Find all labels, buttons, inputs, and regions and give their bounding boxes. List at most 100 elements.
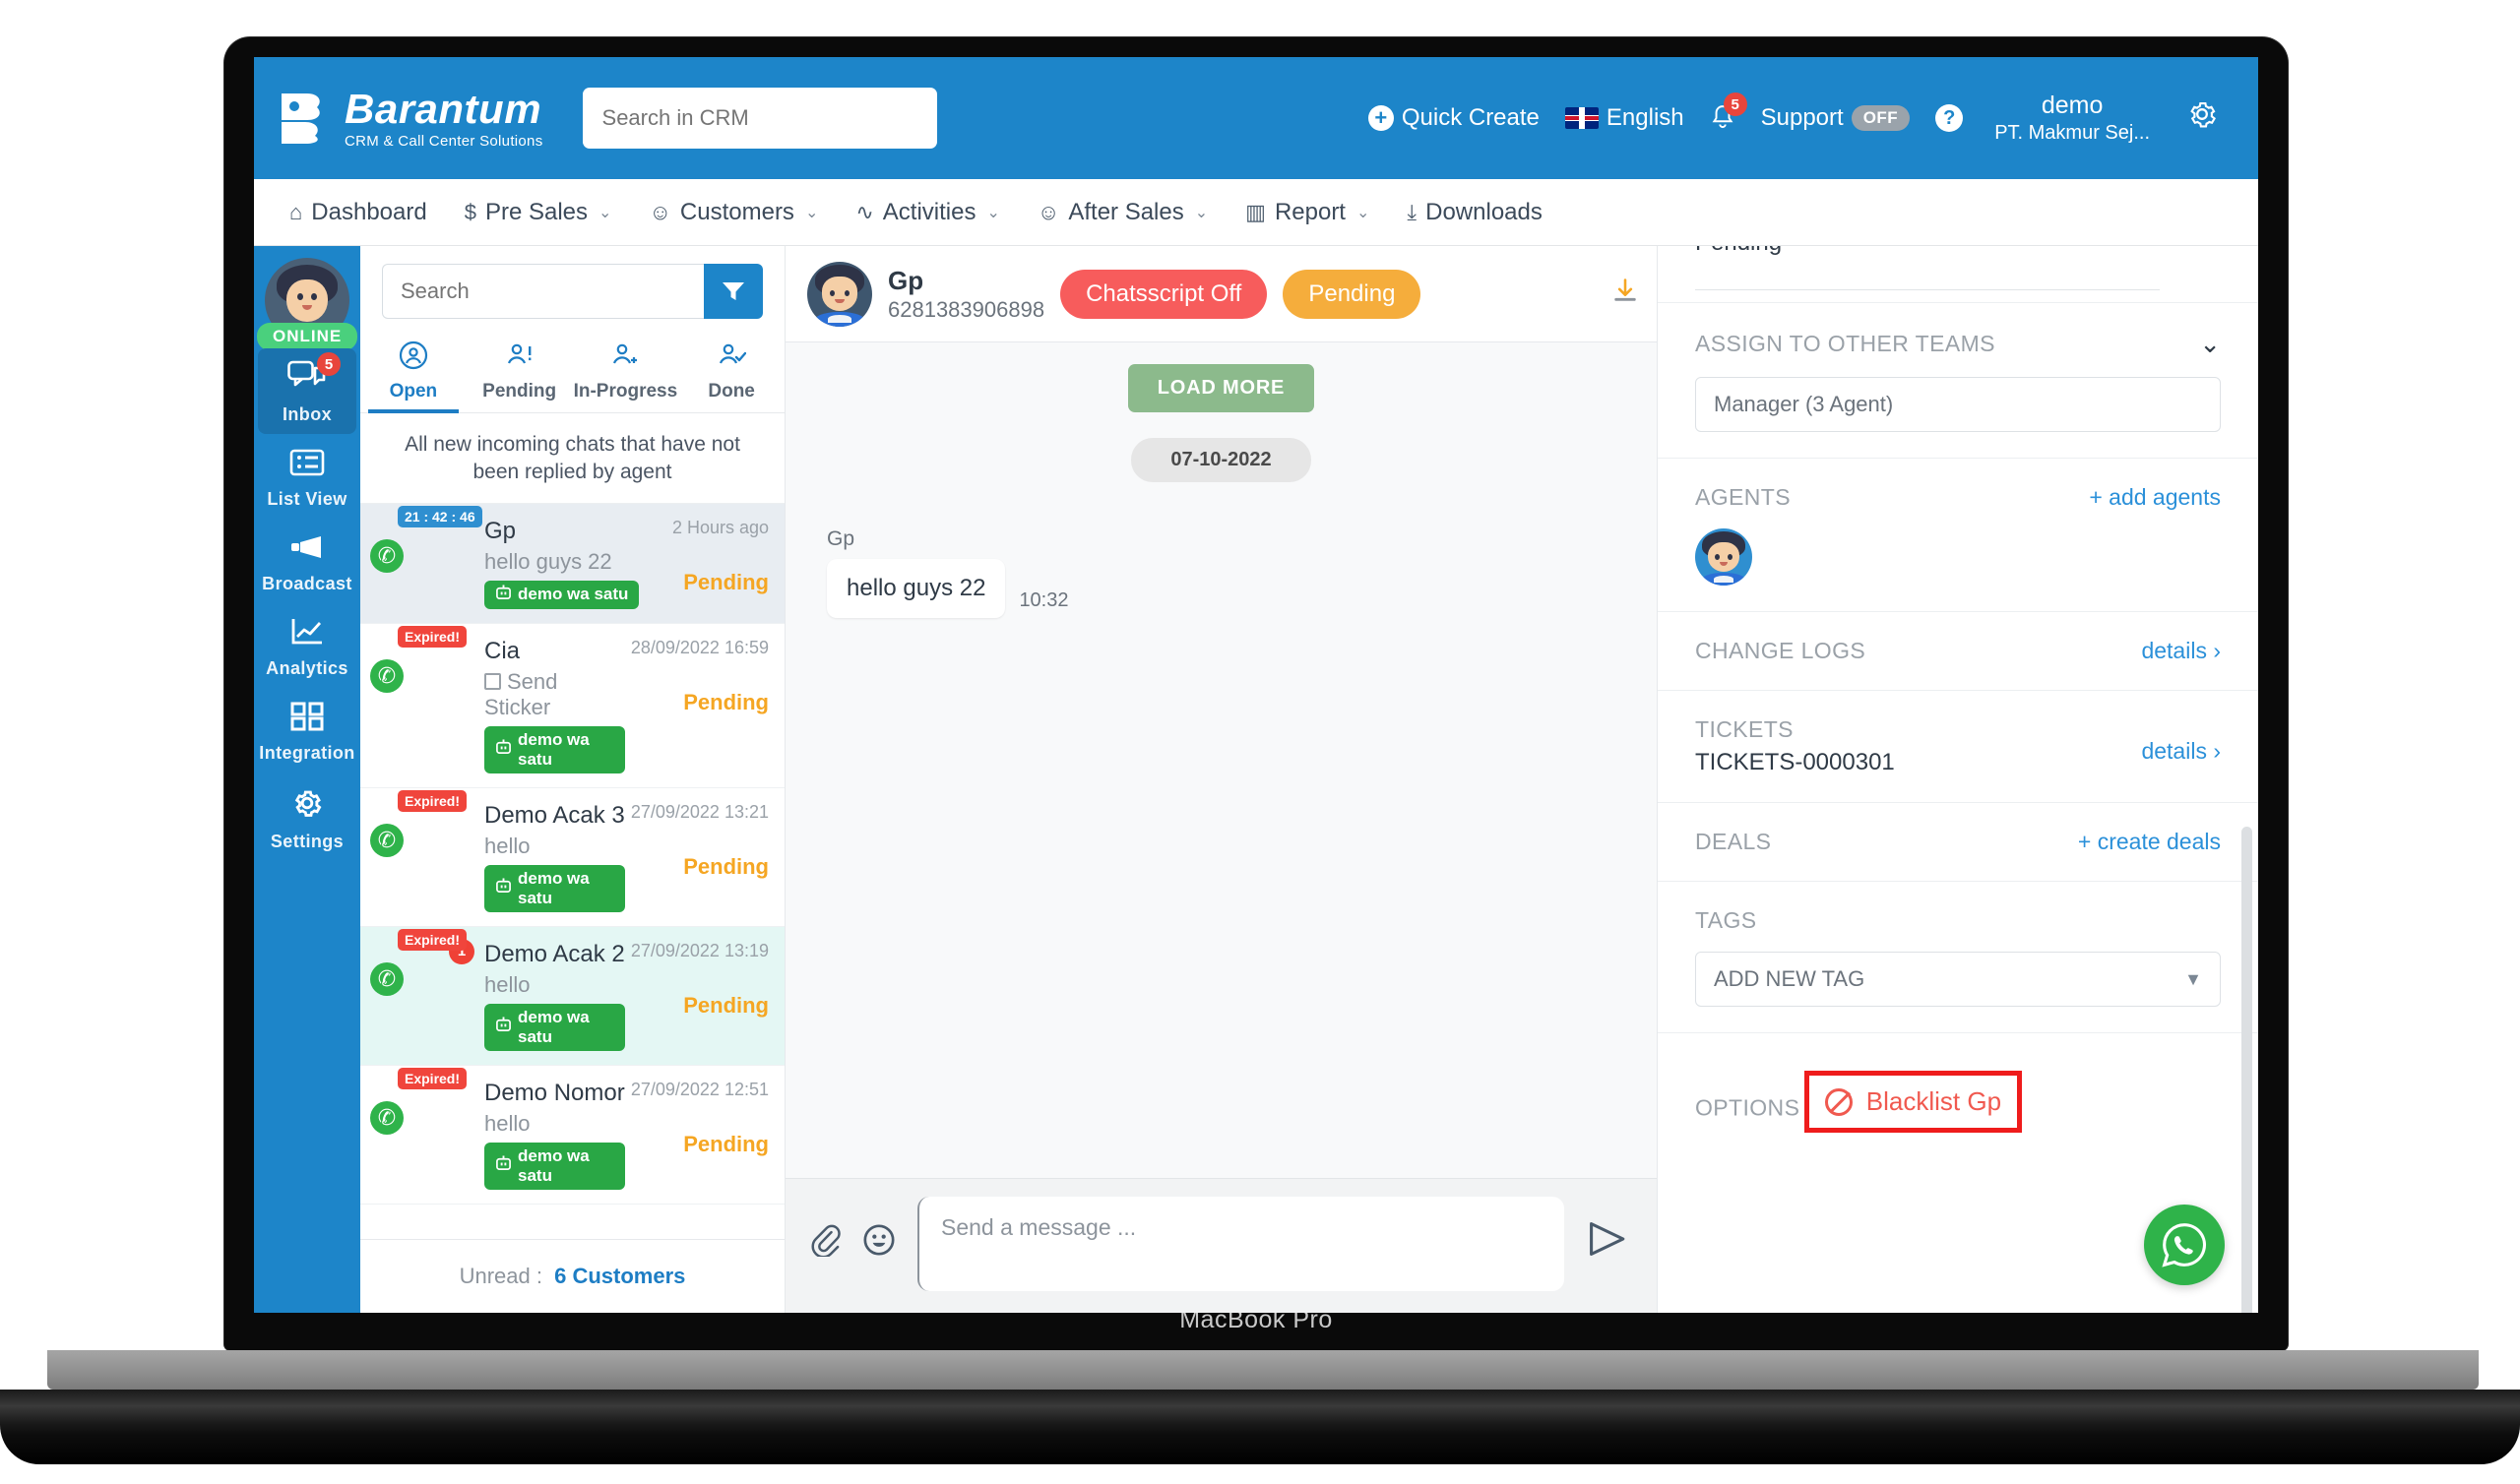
- contact-name: Cia: [484, 637, 521, 664]
- download-icon[interactable]: [1611, 277, 1643, 312]
- paperclip-icon[interactable]: [809, 1223, 841, 1266]
- whatsapp-icon: ✆: [370, 1100, 404, 1135]
- nav-item-report[interactable]: ▥ Report ⌄: [1245, 199, 1369, 226]
- tab-label: Open: [389, 381, 438, 402]
- add-agents-link[interactable]: + add agents: [2089, 484, 2221, 511]
- assign-team-section: ASSIGN TO OTHER TEAMS ⌄ Manager (3 Agent…: [1658, 303, 2258, 459]
- partial-status-text: Pending: [1695, 246, 1782, 257]
- add-tag-value: ADD NEW TAG: [1714, 966, 1865, 991]
- sidebar-item-integration[interactable]: Integration: [258, 691, 356, 773]
- add-tag-select[interactable]: ADD NEW TAG ▼: [1695, 952, 2221, 1007]
- agents-section: AGENTS + add agents: [1658, 459, 2258, 612]
- message-sender: Gp: [827, 527, 855, 550]
- nav-item-after-sales[interactable]: ☺ After Sales ⌄: [1038, 199, 1208, 226]
- nav-item-downloads[interactable]: ⤓ Downloads: [1407, 199, 1542, 226]
- nav-item-dashboard[interactable]: ⌂ Dashboard: [289, 199, 427, 226]
- create-deals-link[interactable]: + create deals: [2078, 829, 2221, 855]
- global-search[interactable]: [582, 88, 937, 149]
- laptop-mockup: MacBook Pro Barantum CRM & Call Center S…: [0, 0, 2520, 1484]
- list-item[interactable]: ✆ 1 Expired! Demo Acak 2 hello demo wa s…: [360, 926, 785, 1066]
- user-menu[interactable]: demo PT. Makmur Sej...: [1994, 91, 2150, 146]
- uk-flag-icon: [1564, 107, 1599, 129]
- notifications-button[interactable]: 5: [1710, 93, 1747, 132]
- user-name: demo: [2041, 91, 2104, 119]
- load-more-button[interactable]: LOAD MORE: [1127, 364, 1315, 412]
- brand-logo[interactable]: Barantum CRM & Call Center Solutions: [278, 85, 543, 149]
- tickets-section: TICKETS TICKETS-0000301 details ›: [1658, 691, 2258, 803]
- assign-team-select[interactable]: Manager (3 Agent): [1695, 377, 2221, 432]
- nav-label: After Sales: [1068, 198, 1184, 225]
- chevron-down-icon: ⌄: [598, 204, 612, 221]
- avatar[interactable]: [1695, 528, 1752, 586]
- chatscript-toggle-button[interactable]: Chatsscript Off: [1060, 269, 1268, 319]
- chat-list-note: All new incoming chats that have not bee…: [360, 413, 785, 504]
- channel-chip: demo wa satu: [484, 725, 625, 773]
- bot-icon: [495, 585, 512, 605]
- unread-count[interactable]: 6 Customers: [554, 1264, 685, 1288]
- sidebar-item-broadcast[interactable]: Broadcast: [258, 522, 356, 603]
- nav-item-customers[interactable]: ☺ Customers ⌄: [649, 199, 818, 226]
- nav-item-activities[interactable]: ∿ Activities ⌄: [855, 199, 1000, 226]
- whatsapp-icon: ✆: [370, 823, 404, 857]
- channel-chip: demo wa satu: [484, 864, 625, 912]
- timestamp: 27/09/2022 12:51: [630, 1079, 769, 1099]
- brand-name: Barantum: [345, 85, 542, 132]
- tab-open[interactable]: Open: [360, 329, 467, 413]
- whatsapp-icon: ✆: [370, 961, 404, 996]
- change-logs-details-link[interactable]: details ›: [2141, 638, 2221, 664]
- user-check-icon: [717, 340, 747, 376]
- nav-label: Activities: [882, 198, 976, 225]
- tab-in-progress[interactable]: In-Progress: [573, 329, 679, 412]
- options-label: OPTIONS: [1695, 1094, 1800, 1121]
- gear-icon[interactable]: [2185, 97, 2219, 140]
- conversation-panel: Gp 6281383906898 Chatsscript Off Pending…: [786, 246, 1658, 1313]
- blacklist-button[interactable]: Blacklist Gp: [1803, 1071, 2023, 1133]
- chat-search[interactable]: [382, 264, 704, 319]
- smiley-icon[interactable]: [862, 1223, 896, 1266]
- sticker-icon: [484, 672, 501, 690]
- list-item[interactable]: ✆ Expired! Cia Send Sticker demo wa satu…: [360, 624, 785, 788]
- chat-status-tabs: Open Pending In-Progress Done: [360, 329, 785, 413]
- tickets-details-link[interactable]: details ›: [2141, 738, 2221, 765]
- sidebar-item-inbox[interactable]: Inbox 5: [258, 348, 356, 434]
- send-icon[interactable]: [1586, 1220, 1633, 1268]
- whatsapp-icon[interactable]: [2144, 1205, 2225, 1285]
- tab-label: In-Progress: [573, 381, 678, 402]
- agent-avatar-block[interactable]: ONLINE: [257, 258, 358, 350]
- timestamp: 27/09/2022 13:19: [630, 940, 769, 960]
- tab-done[interactable]: Done: [678, 329, 785, 412]
- language-selector[interactable]: English: [1564, 104, 1684, 132]
- filter-button[interactable]: [704, 264, 763, 319]
- nav-item-pre-sales[interactable]: $ Pre Sales ⌄: [465, 199, 612, 226]
- message-row: Gp hello guys 22 10:32: [827, 527, 1657, 618]
- message-area: LOAD MORE 07-10-2022 Gp hello guys 22 10…: [786, 342, 1657, 1178]
- search-input[interactable]: [401, 278, 686, 304]
- sidebar-item-settings[interactable]: Settings: [258, 775, 356, 861]
- sidebar-item-label: Settings: [270, 832, 345, 851]
- tab-pending[interactable]: Pending: [467, 329, 573, 412]
- sidebar-item-list-view[interactable]: List View: [258, 437, 356, 519]
- detail-scrollbar[interactable]: [2241, 827, 2252, 1313]
- notification-badge: 5: [1723, 93, 1747, 116]
- conversation-status-button[interactable]: Pending: [1283, 269, 1421, 319]
- last-message: hello guys 22: [484, 548, 612, 574]
- list-item[interactable]: ✆ Expired! Demo Acak 3 hello demo wa sat…: [360, 788, 785, 927]
- message-input[interactable]: Send a message ...: [917, 1197, 1564, 1291]
- support-state-badge: OFF: [1851, 105, 1911, 131]
- chevron-down-icon[interactable]: ⌄: [2199, 329, 2221, 359]
- left-rail: ONLINE Inbox 5 List View Broadcast Analy…: [254, 246, 360, 1313]
- chevron-down-icon: ⌄: [1355, 204, 1370, 221]
- search-input[interactable]: [601, 105, 917, 131]
- session-timer-badge: Expired!: [398, 625, 468, 648]
- sidebar-item-analytics[interactable]: Analytics: [258, 606, 356, 688]
- help-button[interactable]: ?: [1935, 104, 1964, 132]
- quick-create-button[interactable]: + Quick Create: [1367, 104, 1540, 132]
- list-item[interactable]: ✆ Expired! Demo Nomor hello demo wa satu…: [360, 1066, 785, 1205]
- barantum-logo-icon: [278, 91, 329, 146]
- sidebar-item-label: List View: [267, 489, 347, 509]
- nav-label: Dashboard: [311, 198, 427, 225]
- list-item[interactable]: ✆ 21 : 42 : 46 Gp hello guys 22 demo wa …: [360, 503, 785, 624]
- user-circle-icon: [399, 340, 428, 376]
- support-toggle[interactable]: Support OFF: [1761, 104, 1911, 132]
- tags-label: TAGS: [1695, 907, 1757, 933]
